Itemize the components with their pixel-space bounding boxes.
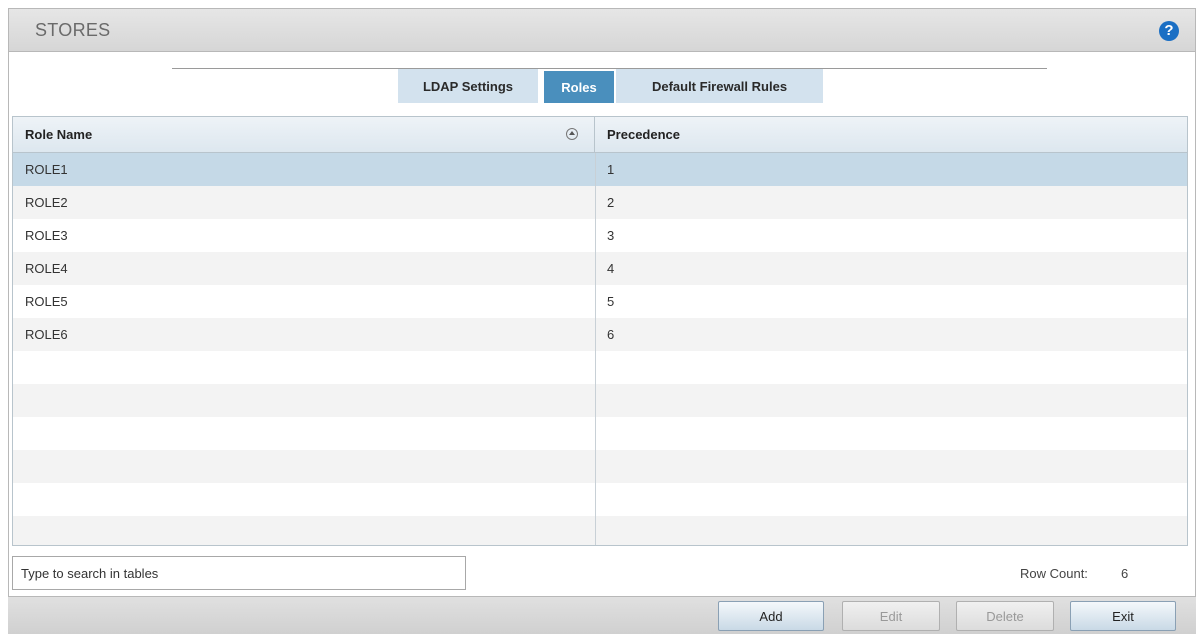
column-header-precedence[interactable]: Precedence bbox=[595, 117, 1187, 152]
help-icon[interactable]: ? bbox=[1159, 21, 1179, 41]
role-name-cell: ROLE6 bbox=[25, 327, 68, 342]
roles-table: Role Name Precedence ROLE1 1 ROLE2 2 ROLE3 3 R… bbox=[12, 116, 1188, 546]
title-bar: STORES ? bbox=[8, 8, 1196, 52]
empty-table-row bbox=[13, 351, 1187, 384]
empty-table-row bbox=[13, 384, 1187, 417]
precedence-cell: 3 bbox=[607, 228, 615, 243]
tab-roles[interactable]: Roles bbox=[544, 71, 614, 103]
empty-table-row bbox=[13, 483, 1187, 516]
table-row[interactable]: ROLE5 5 bbox=[13, 285, 1187, 318]
exit-button[interactable]: Exit bbox=[1070, 601, 1176, 631]
add-button[interactable]: Add bbox=[718, 601, 824, 631]
empty-table-row bbox=[13, 516, 1187, 545]
precedence-cell: 6 bbox=[607, 327, 615, 342]
tab-ldap-settings[interactable]: LDAP Settings bbox=[398, 69, 538, 103]
empty-table-row bbox=[13, 417, 1187, 450]
precedence-cell: 1 bbox=[607, 162, 615, 177]
edit-button[interactable]: Edit bbox=[842, 601, 940, 631]
role-name-cell: ROLE5 bbox=[25, 294, 68, 309]
search-input[interactable] bbox=[12, 556, 466, 590]
precedence-cell: 4 bbox=[607, 261, 615, 276]
role-name-cell: ROLE2 bbox=[25, 195, 68, 210]
empty-table-row bbox=[13, 450, 1187, 483]
delete-button[interactable]: Delete bbox=[956, 601, 1054, 631]
precedence-cell: 2 bbox=[607, 195, 615, 210]
row-count-label: Row Count: bbox=[1020, 566, 1088, 581]
column-header-role-name[interactable]: Role Name bbox=[13, 117, 595, 152]
table-row[interactable]: ROLE3 3 bbox=[13, 219, 1187, 252]
precedence-cell: 5 bbox=[607, 294, 615, 309]
row-count-value: 6 bbox=[1121, 566, 1129, 581]
table-row[interactable]: ROLE4 4 bbox=[13, 252, 1187, 285]
role-name-cell: ROLE4 bbox=[25, 261, 68, 276]
table-row[interactable]: ROLE2 2 bbox=[13, 186, 1187, 219]
tab-divider bbox=[172, 68, 1047, 69]
table-row[interactable]: ROLE1 1 bbox=[13, 153, 1187, 186]
column-divider bbox=[595, 153, 596, 545]
tab-default-firewall-rules[interactable]: Default Firewall Rules bbox=[616, 69, 823, 103]
role-name-cell: ROLE1 bbox=[25, 162, 68, 177]
table-header: Role Name Precedence bbox=[13, 117, 1187, 153]
role-name-cell: ROLE3 bbox=[25, 228, 68, 243]
table-row[interactable]: ROLE6 6 bbox=[13, 318, 1187, 351]
sort-ascending-icon[interactable] bbox=[566, 128, 578, 140]
page-title: STORES bbox=[35, 20, 111, 40]
table-body: ROLE1 1 ROLE2 2 ROLE3 3 ROLE4 4 ROLE5 5 ROLE6 6 bbox=[13, 153, 1187, 545]
